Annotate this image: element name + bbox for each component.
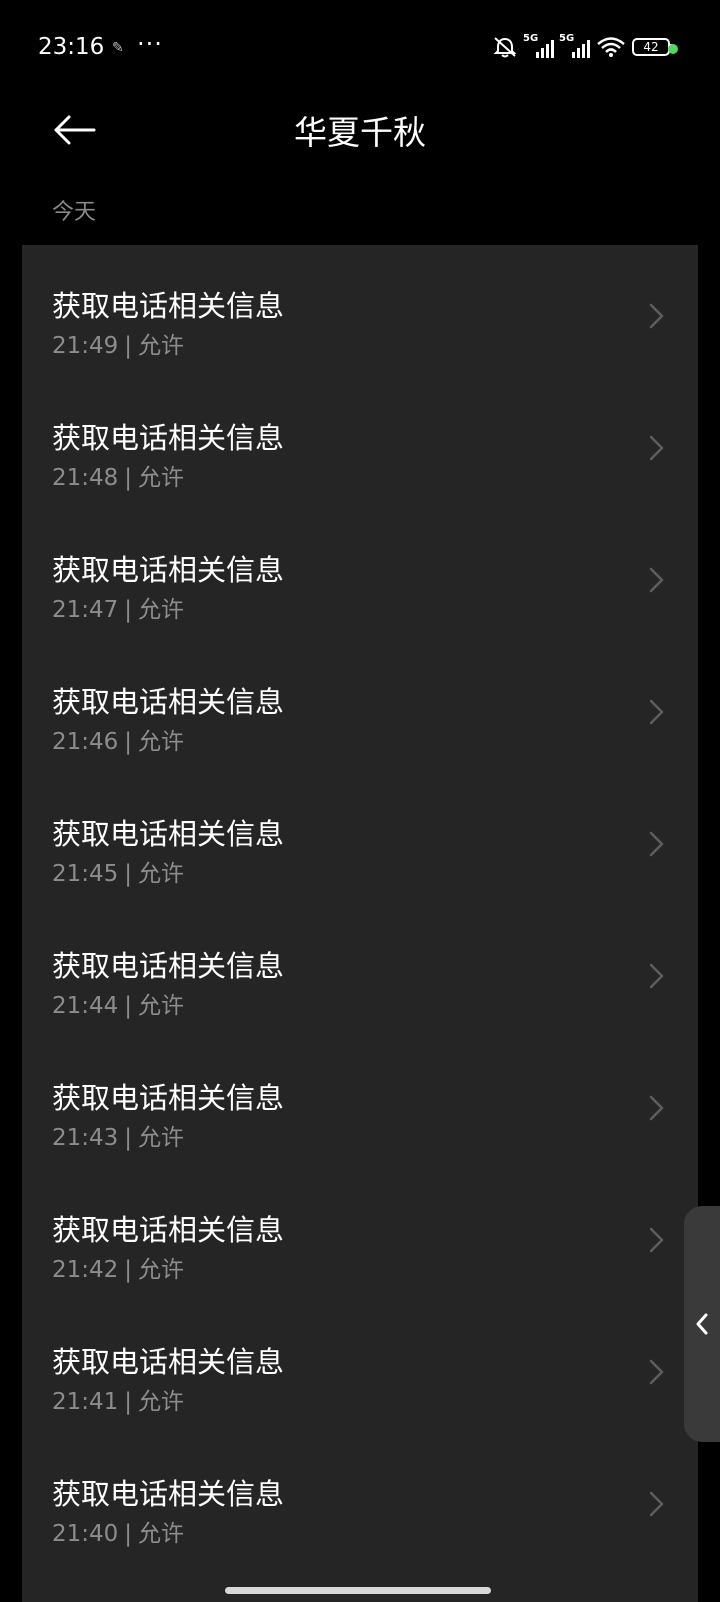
chevron-right-icon bbox=[649, 699, 664, 725]
list-item[interactable]: 获取电话相关信息 21:44 | 允许 bbox=[22, 905, 698, 1037]
record-subtitle: 21:43 | 允许 bbox=[52, 1118, 184, 1152]
record-subtitle: 21:41 | 允许 bbox=[52, 1382, 184, 1416]
record-subtitle: 21:49 | 允许 bbox=[52, 326, 184, 360]
chevron-right-icon bbox=[649, 831, 664, 857]
separator: | bbox=[124, 1257, 133, 1283]
chevron-right-icon bbox=[649, 963, 664, 989]
wifi-icon bbox=[597, 37, 625, 57]
separator: | bbox=[124, 333, 133, 359]
record-title: 获取电话相关信息 bbox=[52, 553, 285, 587]
record-title: 获取电话相关信息 bbox=[52, 817, 285, 851]
status-time: 23:16 bbox=[38, 34, 105, 60]
side-panel-handle[interactable] bbox=[684, 1206, 720, 1442]
separator: | bbox=[124, 1521, 133, 1547]
record-title: 获取电话相关信息 bbox=[52, 421, 285, 455]
record-time: 21:46 bbox=[52, 729, 119, 755]
chevron-right-icon bbox=[649, 435, 664, 461]
record-status: 允许 bbox=[138, 333, 185, 359]
list-item[interactable]: 获取电话相关信息 21:45 | 允许 bbox=[22, 773, 698, 905]
list-item[interactable]: 获取电话相关信息 21:47 | 允许 bbox=[22, 509, 698, 641]
signal-5g-icon: 5G bbox=[523, 33, 554, 58]
status-icons: 5G 5G 42 bbox=[492, 33, 673, 58]
record-status: 允许 bbox=[138, 861, 185, 887]
battery-level: 42 bbox=[643, 40, 659, 54]
record-time: 21:44 bbox=[52, 993, 119, 1019]
list-item[interactable]: 获取电话相关信息 21:41 | 允许 bbox=[22, 1301, 698, 1433]
list-item[interactable]: 获取电话相关信息 21:48 | 允许 bbox=[22, 377, 698, 509]
chevron-right-icon bbox=[649, 1227, 664, 1253]
record-status: 允许 bbox=[138, 465, 185, 491]
chevron-right-icon bbox=[649, 1491, 664, 1517]
chevron-right-icon bbox=[649, 567, 664, 593]
record-title: 获取电话相关信息 bbox=[52, 1081, 285, 1115]
record-subtitle: 21:46 | 允许 bbox=[52, 722, 184, 756]
record-title: 获取电话相关信息 bbox=[52, 289, 285, 323]
record-subtitle: 21:48 | 允许 bbox=[52, 458, 184, 492]
record-time: 21:49 bbox=[52, 333, 119, 359]
list-item[interactable]: 获取电话相关信息 21:46 | 允许 bbox=[22, 641, 698, 773]
list-item[interactable]: 获取电话相关信息 21:42 | 允许 bbox=[22, 1169, 698, 1301]
separator: | bbox=[124, 1125, 133, 1151]
record-status: 允许 bbox=[138, 1521, 185, 1547]
chevron-right-icon bbox=[649, 303, 664, 329]
top-bar: 华夏千秋 bbox=[0, 100, 720, 180]
record-status: 允许 bbox=[138, 1125, 185, 1151]
chevron-right-icon bbox=[649, 1095, 664, 1121]
signal-5g-icon: 5G bbox=[559, 33, 590, 58]
record-status: 允许 bbox=[138, 1389, 185, 1415]
record-time: 21:42 bbox=[52, 1257, 119, 1283]
list-item[interactable]: 获取电话相关信息 21:49 | 允许 bbox=[22, 245, 698, 377]
record-subtitle: 21:42 | 允许 bbox=[52, 1250, 184, 1284]
separator: | bbox=[124, 1389, 133, 1415]
record-title: 获取电话相关信息 bbox=[52, 949, 285, 983]
record-subtitle: 21:45 | 允许 bbox=[52, 854, 184, 888]
record-subtitle: 21:44 | 允许 bbox=[52, 986, 184, 1020]
record-status: 允许 bbox=[138, 729, 185, 755]
home-indicator[interactable] bbox=[225, 1587, 491, 1594]
record-time: 21:48 bbox=[52, 465, 119, 491]
section-header-today: 今天 bbox=[52, 200, 97, 225]
record-time: 21:40 bbox=[52, 1521, 119, 1547]
list-item[interactable]: 获取电话相关信息 21:43 | 允许 bbox=[22, 1037, 698, 1169]
separator: | bbox=[124, 465, 133, 491]
record-time: 21:45 bbox=[52, 861, 119, 887]
record-subtitle: 21:40 | 允许 bbox=[52, 1514, 184, 1548]
privacy-indicator-dot bbox=[668, 44, 678, 54]
list-item[interactable]: 获取电话相关信息 21:40 | 允许 bbox=[22, 1433, 698, 1565]
chevron-right-icon bbox=[649, 1359, 664, 1385]
permission-record-list: 获取电话相关信息 21:49 | 允许 获取电话相关信息 21:48 | 允许 获取电话… bbox=[22, 245, 698, 1602]
record-subtitle: 21:47 | 允许 bbox=[52, 590, 184, 624]
record-time: 21:43 bbox=[52, 1125, 119, 1151]
record-time: 21:47 bbox=[52, 597, 119, 623]
separator: | bbox=[124, 993, 133, 1019]
record-status: 允许 bbox=[138, 1257, 185, 1283]
more-notifications-icon: ··· bbox=[137, 30, 163, 58]
edit-icon: ✎ bbox=[112, 40, 124, 56]
separator: | bbox=[124, 729, 133, 755]
record-status: 允许 bbox=[138, 993, 185, 1019]
chevron-left-icon bbox=[696, 1313, 708, 1335]
record-time: 21:41 bbox=[52, 1389, 119, 1415]
separator: | bbox=[124, 861, 133, 887]
status-bar: 23:16 ✎ ··· 5G 5G 42 bbox=[0, 0, 720, 100]
bell-muted-icon bbox=[493, 37, 517, 58]
record-status: 允许 bbox=[138, 597, 185, 623]
battery-icon: 42 bbox=[632, 38, 673, 56]
record-title: 获取电话相关信息 bbox=[52, 1345, 285, 1379]
record-title: 获取电话相关信息 bbox=[52, 1213, 285, 1247]
separator: | bbox=[124, 597, 133, 623]
page-title: 华夏千秋 bbox=[294, 113, 426, 152]
record-title: 获取电话相关信息 bbox=[52, 685, 285, 719]
record-title: 获取电话相关信息 bbox=[52, 1477, 285, 1511]
